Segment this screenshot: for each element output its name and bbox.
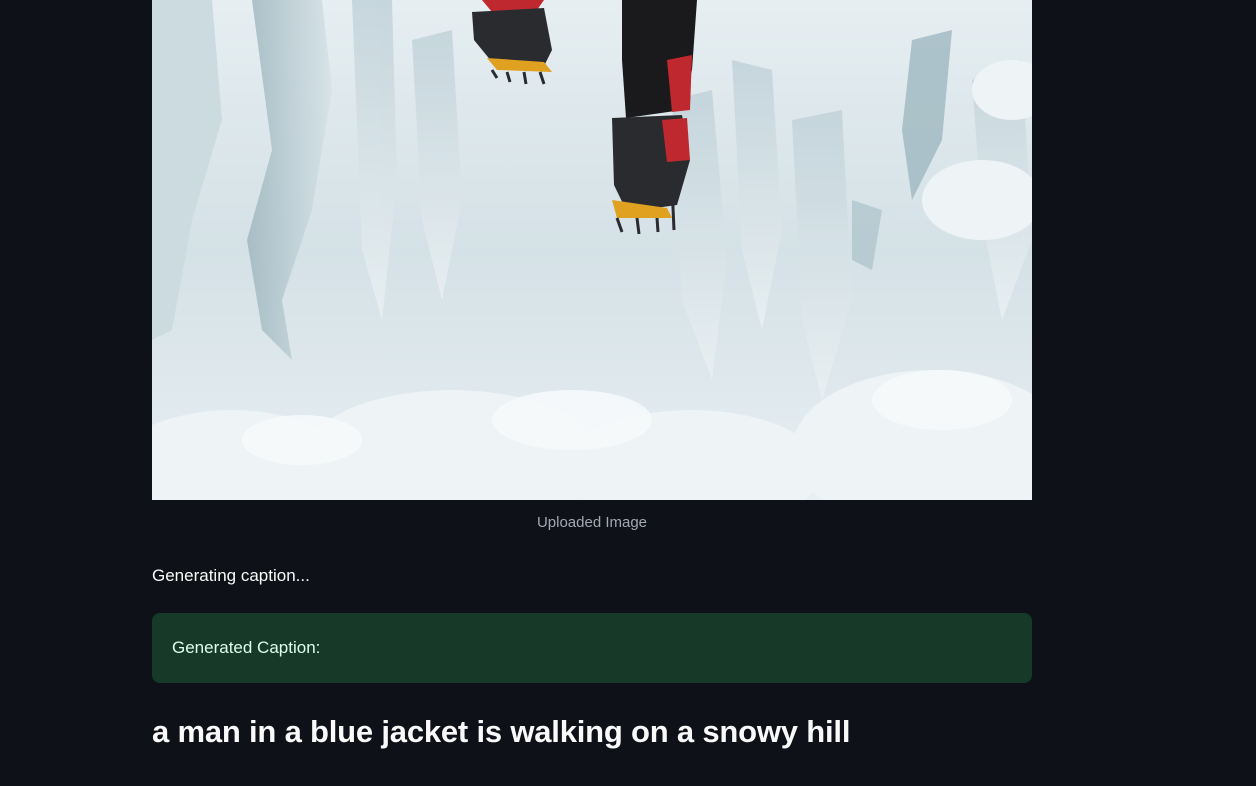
ice-climber-photo: [152, 0, 1032, 500]
main-content: Uploaded Image Generating caption... Gen…: [152, 0, 1032, 749]
uploaded-image: [152, 0, 1032, 500]
image-caption: Uploaded Image: [536, 514, 648, 531]
success-alert-label: Generated Caption:: [172, 638, 321, 657]
generated-caption-heading: a man in a blue jacket is walking on a s…: [152, 714, 851, 749]
success-alert: Generated Caption:: [152, 613, 1032, 683]
status-text: Generating caption...: [152, 566, 310, 585]
